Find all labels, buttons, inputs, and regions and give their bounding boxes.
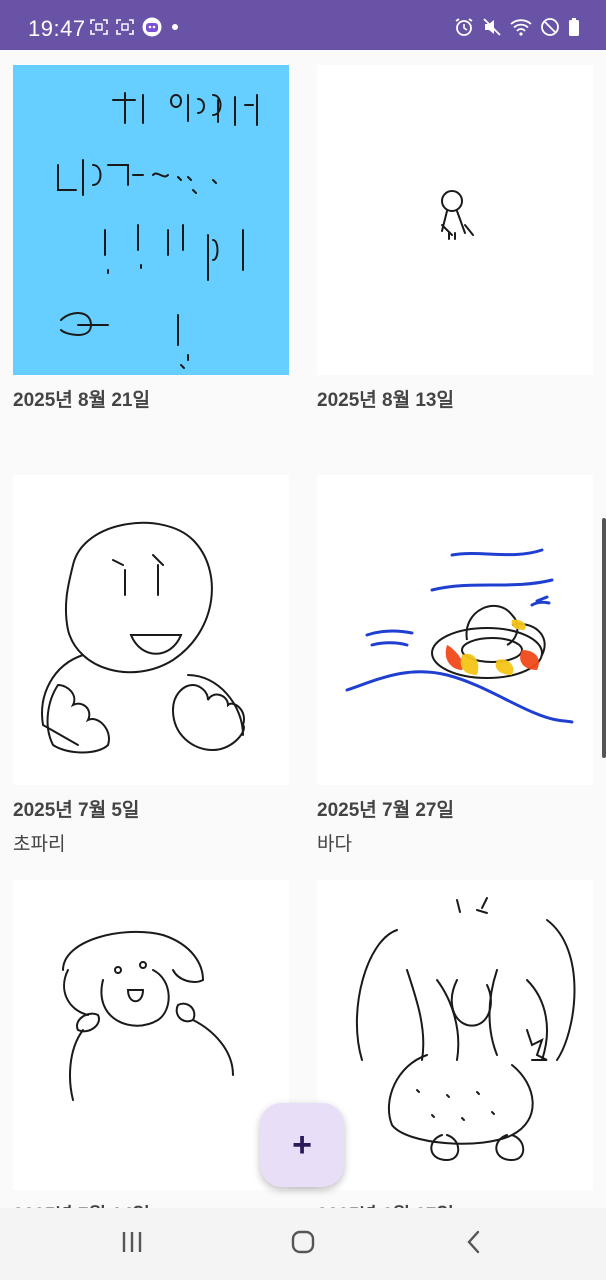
handwritten-note-drawing [13, 65, 289, 375]
drawing-thumbnail[interactable] [317, 880, 593, 1190]
home-button[interactable] [283, 1228, 323, 1260]
status-right-icons [454, 17, 580, 37]
drawing-title: 초파리 [13, 834, 66, 855]
drawing-date: 2025년 6월 27일 [317, 1200, 593, 1208]
scrollbar-thumb[interactable] [602, 518, 606, 758]
drawing-title: 바다 [317, 834, 352, 855]
screenshot-icon [90, 19, 108, 35]
screenshot-icon [116, 19, 134, 35]
alarm-icon [454, 17, 474, 37]
character-drawing [62, 931, 234, 1101]
drawing-card[interactable]: 2025년 7월 27일 바다 [317, 475, 593, 855]
drawing-date: 2025년 7월 5일 [13, 800, 140, 821]
drawing-gallery: 2025년 8월 21일 2025년 8월 13일 2025년 7월 5일 초파… [0, 50, 606, 1208]
drawing-thumbnail[interactable] [317, 65, 593, 375]
wifi-icon [510, 17, 532, 37]
status-time: 19:47 [28, 16, 86, 41]
mute-icon [482, 17, 502, 37]
back-button[interactable] [454, 1228, 494, 1260]
drawing-card[interactable]: 2025년 7월 14일 [13, 880, 289, 1208]
recent-apps-button[interactable] [112, 1228, 152, 1260]
back-icon [464, 1229, 484, 1260]
battery-icon [568, 17, 580, 37]
drawing-thumbnail[interactable] [13, 65, 289, 375]
girl-drawing [355, 897, 576, 1162]
plus-icon: + [292, 1125, 312, 1164]
drawing-card[interactable]: 2025년 8월 13일 [317, 65, 593, 411]
home-icon [290, 1229, 316, 1260]
status-bar: 19:47 [0, 0, 606, 50]
add-drawing-button[interactable]: + [260, 1103, 344, 1187]
sea-drawing [345, 548, 574, 724]
creature-drawing [41, 521, 245, 754]
app-notification-icon [142, 17, 162, 37]
drawing-thumbnail[interactable] [13, 475, 289, 785]
drawing-thumbnail[interactable] [317, 475, 593, 785]
drawing-date: 2025년 7월 14일 [13, 1200, 289, 1208]
drawing-card[interactable]: 2025년 7월 5일 초파리 [13, 475, 289, 855]
drawing-date: 2025년 7월 27일 [317, 800, 454, 821]
navigation-bar [0, 1208, 606, 1280]
small-figure-drawing [441, 190, 474, 240]
do-not-disturb-icon [540, 17, 560, 37]
drawing-card[interactable]: 2025년 8월 21일 [13, 65, 289, 411]
drawing-date: 2025년 8월 21일 [13, 390, 150, 411]
recent-apps-icon [119, 1230, 145, 1259]
drawing-date: 2025년 8월 13일 [317, 390, 454, 411]
status-left-icons [90, 17, 180, 37]
dot-icon [170, 22, 180, 32]
drawing-card[interactable]: 2025년 6월 27일 [317, 880, 593, 1208]
drawing-thumbnail[interactable] [13, 880, 289, 1190]
